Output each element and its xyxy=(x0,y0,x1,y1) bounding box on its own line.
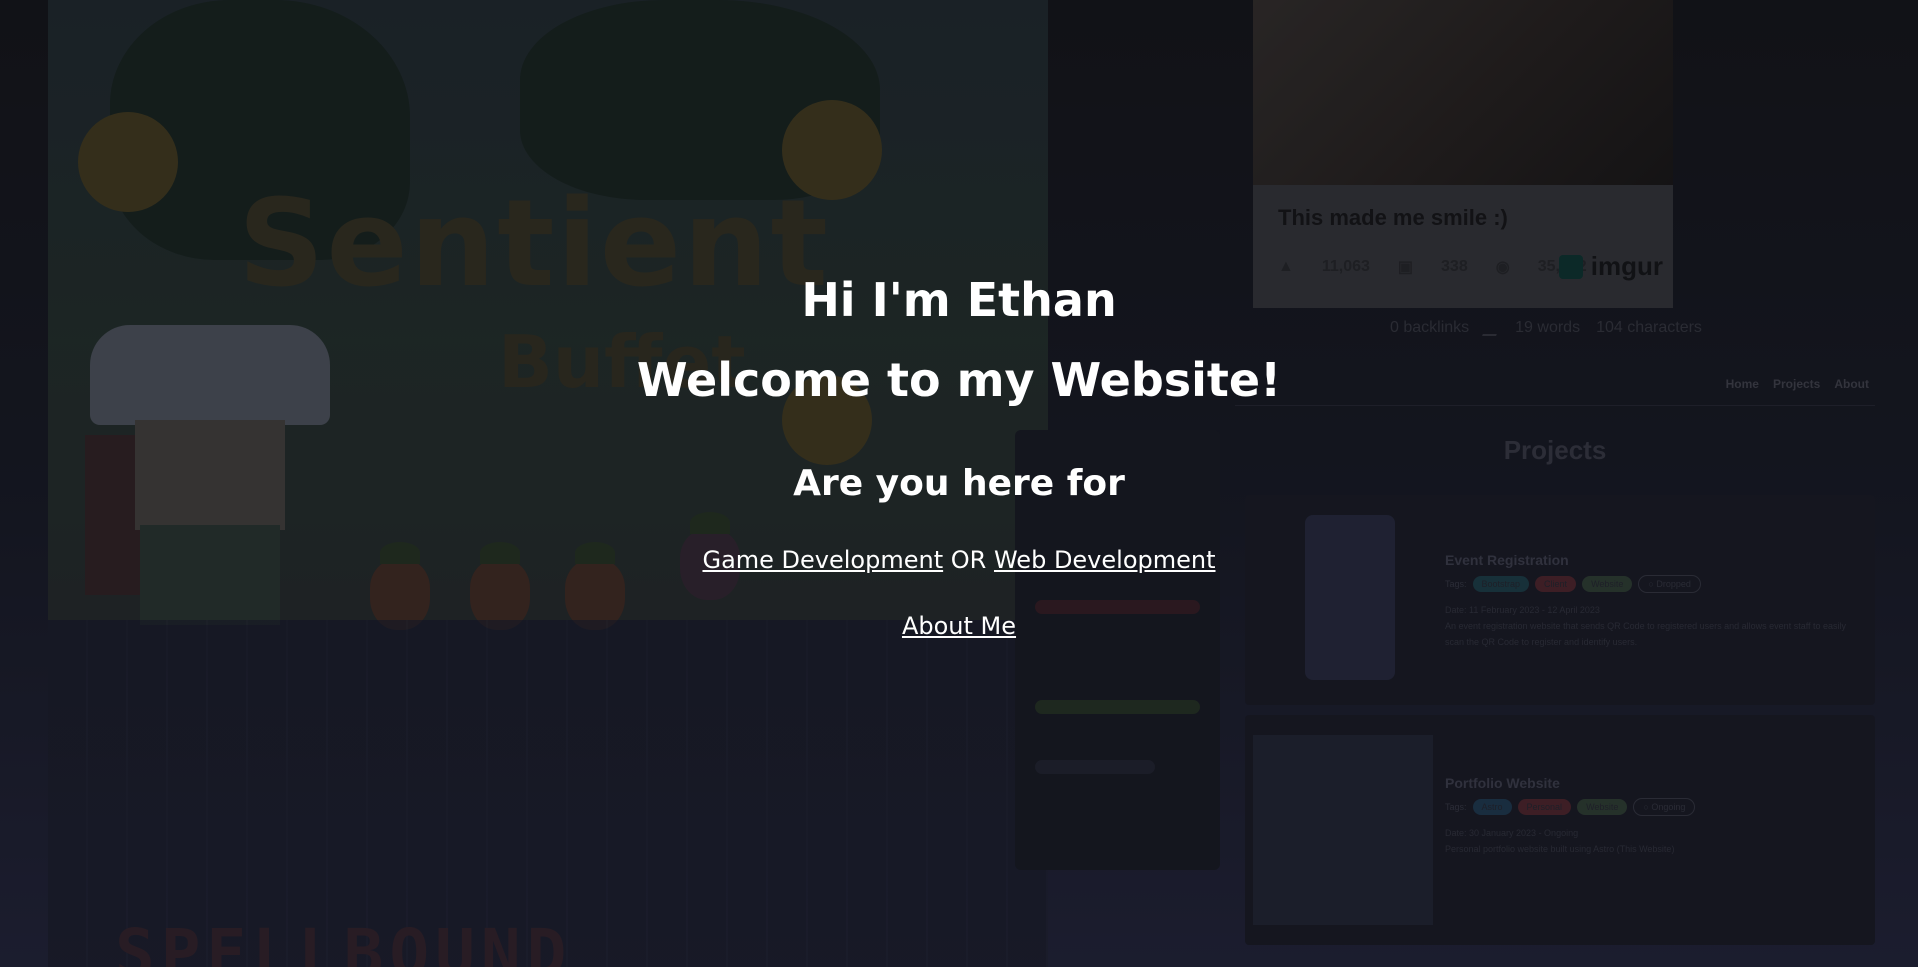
hero-section: Hi I'm Ethan Welcome to my Website! Are … xyxy=(0,260,1918,642)
welcome-heading: Welcome to my Website! xyxy=(636,353,1282,407)
game-development-link[interactable]: Game Development xyxy=(702,546,943,574)
question-heading: Are you here for xyxy=(793,463,1125,504)
choice-links: Game Development OR Web Development xyxy=(0,544,1918,576)
about-me-link[interactable]: About Me xyxy=(902,612,1016,640)
web-development-link[interactable]: Web Development xyxy=(994,546,1216,574)
greeting-heading: Hi I'm Ethan xyxy=(801,273,1117,327)
about-link-row: About Me xyxy=(0,610,1918,642)
or-text: OR xyxy=(950,546,987,574)
